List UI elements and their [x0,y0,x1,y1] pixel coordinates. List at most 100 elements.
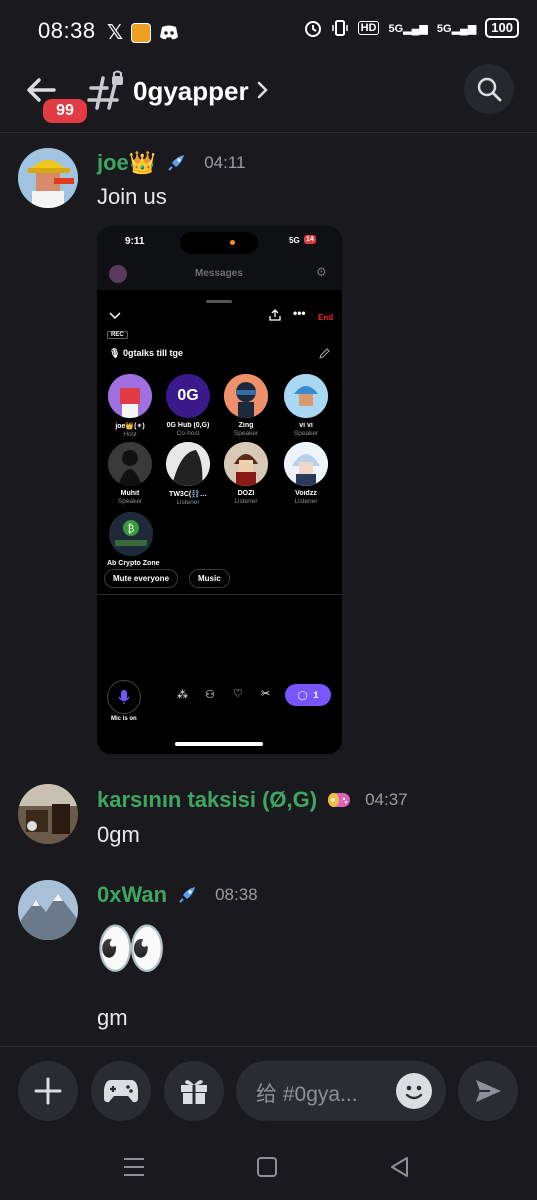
back-nav-icon[interactable] [388,1155,410,1179]
speaker-tile: ₿ Ab Crypto Zone [107,512,167,567]
speaker-role: Listener [234,498,258,505]
speaker-avatar: ₿ [109,512,153,556]
embed-time: 9:11 [125,236,145,247]
speaker-avatar [108,442,152,486]
speaker-avatar [284,442,328,486]
text-channel-lock-icon [87,70,127,115]
x-icon: 𝕏 [107,22,124,44]
speaker-role: Speaker [117,498,143,505]
speaker-role: Speaker [293,430,319,437]
embed-net: 5G [289,236,300,245]
unread-badge: 99 [40,96,90,126]
speaker-role: Listener [176,499,200,506]
system-nav-bar [0,1136,537,1200]
speaker-avatar: 0G [166,374,210,418]
embed-messages-title: Messages [195,268,243,279]
edit-icon [319,348,330,359]
space-sheet: ••• End REC 🎙 0gtalks till tge joe👑(✶) H… [97,296,342,754]
message-input-placeholder: 给 #0gya... [256,1083,358,1106]
message-text: 0gm [97,822,140,847]
add-attachment-button[interactable] [18,1061,78,1121]
emoji-button[interactable] [396,1073,432,1109]
avatar-karsinin[interactable] [18,784,78,844]
message-header-3: 0xWan 08:38 [97,882,258,908]
eyes-emoji: 👀 [95,916,168,981]
vibrate-icon [331,20,348,36]
embed-messages-bar: Messages ⚙ [97,258,342,290]
username[interactable]: karsının taksisi (Ø,G) [97,787,317,813]
signal-5g-icon-2: 5G▂▄▆ [436,22,477,35]
signal-5g-icon: 5G▂▄▆ [388,22,428,35]
end-button: End [318,313,334,322]
space-title: 🎙 0gtalks till tge [109,348,183,358]
speaker-name: joe👑(✶) [115,423,145,430]
speaker-tile: vi vi Speaker [283,374,329,437]
svg-text:₿: ₿ [128,523,135,535]
speaker-avatar [284,374,328,418]
gamepad-icon [104,1080,138,1103]
system-icons: HD 5G▂▄▆ 5G▂▄▆ 100 [304,18,519,38]
speaker-name: vi vi [299,422,313,429]
speaker-avatar [166,442,210,486]
battery-indicator: 100 [485,18,519,38]
speaker-name: 0G Hub (0,G) [166,422,210,429]
home-icon[interactable] [256,1156,278,1178]
timestamp: 04:37 [365,790,408,809]
status-bar: 08:38 𝕏 HD 5G▂▄▆ 5G▂▄▆ 100 [0,0,537,62]
speaker-role: Co-host [176,430,200,437]
username[interactable]: 0xWan [97,882,167,908]
channel-name[interactable]: 0gyapper [133,76,249,107]
speaker-avatar [224,374,268,418]
speaker-tile: DOZI Listener [223,442,269,505]
music-button: Music [189,569,230,588]
avatar-joe[interactable] [18,148,78,208]
speaker-tile: Zing Speaker [223,374,269,437]
plus-icon [34,1077,62,1105]
embed-status-bar: 9:11 5G 14 [97,226,342,258]
attached-image[interactable]: 9:11 5G 14 Messages ⚙ ••• End REC 🎙 0gta… [97,226,342,754]
embed-gear-icon: ⚙ [316,265,327,279]
reply-count-button: ◯ 1 [285,684,331,706]
discord-icon [160,25,179,39]
mute-everyone-button: Mute everyone [104,569,179,588]
speaker-tile: Muhit Speaker [107,442,153,505]
embed-avatar [109,265,127,283]
speaker-role: Host [123,431,137,438]
alarm-icon [304,21,321,37]
message-text: Join us [97,184,167,209]
speaker-role: Listener [294,498,318,505]
people-icon: ⚇ [205,689,215,701]
avatar-0xwan[interactable] [18,880,78,940]
speaker-name: Zing [238,422,254,429]
share-icon [269,309,281,321]
gift-button[interactable] [164,1061,224,1121]
gamepad-badge-icon [328,793,351,807]
message-input[interactable]: 给 #0gya... [236,1061,446,1121]
more-icon: ••• [293,306,306,320]
message-header-2: karsının taksisi (Ø,G) 04:37 [97,787,408,813]
notification-icons: 𝕏 [107,20,179,45]
speaker-tile: Voidzz Listener [283,442,329,505]
mic-button [107,680,141,714]
username[interactable]: joe👑 [97,150,156,176]
search-button[interactable] [464,64,514,114]
search-icon [477,77,502,102]
recents-icon[interactable] [122,1156,146,1178]
send-button[interactable] [458,1061,518,1121]
speaker-name: Voidzz [295,490,317,497]
gift-icon [181,1080,207,1104]
speaker-name: Muhit [120,490,140,497]
speaker-role: Speaker [233,430,259,437]
timestamp: 08:38 [215,885,258,904]
activities-button[interactable] [91,1061,151,1121]
message-text: gm [97,1005,128,1030]
message-header-1: joe👑 04:11 [97,150,245,176]
heart-plus-icon: ♡ [233,688,243,700]
chevron-right-icon[interactable] [256,80,270,105]
timestamp: 04:11 [204,153,246,172]
smiley-icon [405,1085,423,1100]
speaker-tile: TW3C(⛓️… Listener [165,442,211,506]
dynamic-island [180,232,258,254]
speaker-name: Ab Crypto Zone [107,560,160,567]
status-time: 08:38 [38,18,96,43]
